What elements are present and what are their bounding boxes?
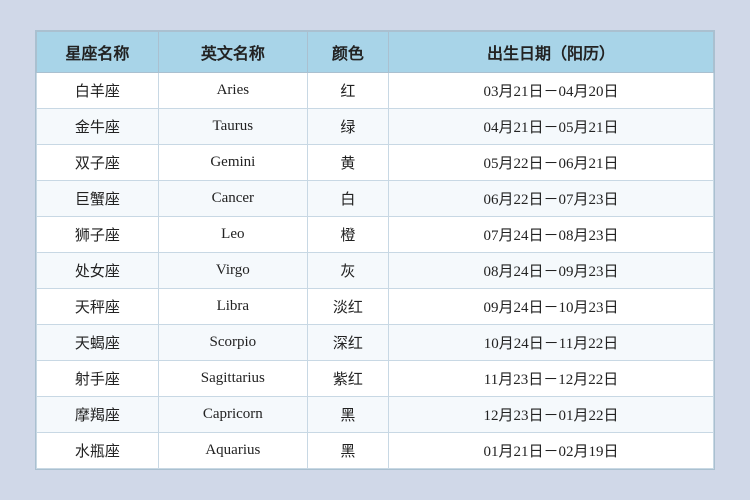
cell-color: 深红 <box>307 325 388 361</box>
cell-chinese: 天蝎座 <box>37 325 159 361</box>
cell-chinese: 狮子座 <box>37 217 159 253</box>
table-body: 白羊座Aries红03月21日－04月20日金牛座Taurus绿04月21日－0… <box>37 73 714 469</box>
table-row: 水瓶座Aquarius黑01月21日－02月19日 <box>37 433 714 469</box>
cell-date: 06月22日－07月23日 <box>389 181 714 217</box>
cell-color: 绿 <box>307 109 388 145</box>
cell-english: Taurus <box>158 109 307 145</box>
cell-english: Sagittarius <box>158 361 307 397</box>
cell-color: 淡红 <box>307 289 388 325</box>
zodiac-table-container: 星座名称 英文名称 颜色 出生日期（阳历） 白羊座Aries红03月21日－04… <box>35 30 715 470</box>
cell-english: Gemini <box>158 145 307 181</box>
cell-date: 10月24日－11月22日 <box>389 325 714 361</box>
table-row: 天蝎座Scorpio深红10月24日－11月22日 <box>37 325 714 361</box>
cell-chinese: 金牛座 <box>37 109 159 145</box>
cell-date: 08月24日－09月23日 <box>389 253 714 289</box>
cell-color: 黑 <box>307 433 388 469</box>
cell-english: Virgo <box>158 253 307 289</box>
cell-english: Capricorn <box>158 397 307 433</box>
table-row: 狮子座Leo橙07月24日－08月23日 <box>37 217 714 253</box>
cell-color: 白 <box>307 181 388 217</box>
cell-english: Cancer <box>158 181 307 217</box>
cell-chinese: 天秤座 <box>37 289 159 325</box>
table-row: 摩羯座Capricorn黑12月23日－01月22日 <box>37 397 714 433</box>
header-color: 颜色 <box>307 32 388 73</box>
table-row: 天秤座Libra淡红09月24日－10月23日 <box>37 289 714 325</box>
header-english: 英文名称 <box>158 32 307 73</box>
table-row: 巨蟹座Cancer白06月22日－07月23日 <box>37 181 714 217</box>
cell-date: 11月23日－12月22日 <box>389 361 714 397</box>
cell-english: Libra <box>158 289 307 325</box>
cell-english: Leo <box>158 217 307 253</box>
cell-chinese: 处女座 <box>37 253 159 289</box>
cell-chinese: 射手座 <box>37 361 159 397</box>
cell-chinese: 巨蟹座 <box>37 181 159 217</box>
cell-color: 橙 <box>307 217 388 253</box>
table-row: 白羊座Aries红03月21日－04月20日 <box>37 73 714 109</box>
cell-date: 05月22日－06月21日 <box>389 145 714 181</box>
cell-date: 07月24日－08月23日 <box>389 217 714 253</box>
cell-date: 03月21日－04月20日 <box>389 73 714 109</box>
zodiac-table: 星座名称 英文名称 颜色 出生日期（阳历） 白羊座Aries红03月21日－04… <box>36 31 714 469</box>
cell-chinese: 摩羯座 <box>37 397 159 433</box>
cell-color: 黑 <box>307 397 388 433</box>
cell-color: 黄 <box>307 145 388 181</box>
table-header-row: 星座名称 英文名称 颜色 出生日期（阳历） <box>37 32 714 73</box>
cell-date: 04月21日－05月21日 <box>389 109 714 145</box>
cell-english: Aries <box>158 73 307 109</box>
table-row: 双子座Gemini黄05月22日－06月21日 <box>37 145 714 181</box>
cell-date: 01月21日－02月19日 <box>389 433 714 469</box>
table-row: 射手座Sagittarius紫红11月23日－12月22日 <box>37 361 714 397</box>
cell-color: 灰 <box>307 253 388 289</box>
cell-chinese: 白羊座 <box>37 73 159 109</box>
cell-english: Scorpio <box>158 325 307 361</box>
table-row: 金牛座Taurus绿04月21日－05月21日 <box>37 109 714 145</box>
header-chinese: 星座名称 <box>37 32 159 73</box>
header-date: 出生日期（阳历） <box>389 32 714 73</box>
cell-date: 09月24日－10月23日 <box>389 289 714 325</box>
cell-english: Aquarius <box>158 433 307 469</box>
cell-color: 紫红 <box>307 361 388 397</box>
cell-chinese: 水瓶座 <box>37 433 159 469</box>
cell-color: 红 <box>307 73 388 109</box>
table-row: 处女座Virgo灰08月24日－09月23日 <box>37 253 714 289</box>
cell-date: 12月23日－01月22日 <box>389 397 714 433</box>
cell-chinese: 双子座 <box>37 145 159 181</box>
